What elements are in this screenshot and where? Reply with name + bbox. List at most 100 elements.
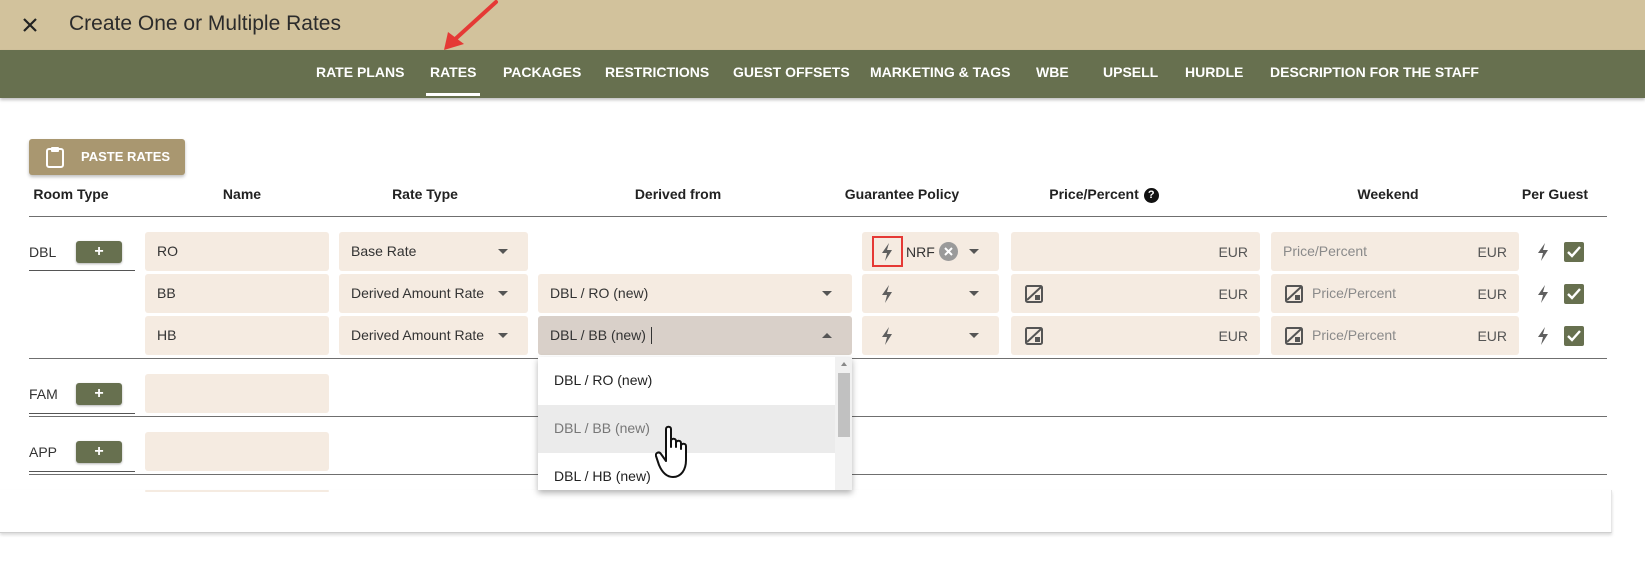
chevron-down-icon — [822, 291, 832, 296]
guarantee-select[interactable] — [862, 316, 999, 355]
rate-type-select[interactable]: Derived Amount Rate — [339, 316, 528, 355]
text-cursor — [651, 327, 652, 344]
chevron-down-icon — [498, 333, 508, 338]
weekend-field[interactable]: Price/Percent EUR — [1271, 316, 1519, 355]
price-field[interactable]: EUR — [1011, 232, 1260, 271]
option-label: DBL / RO (new) — [554, 372, 653, 388]
room-type-underline — [29, 270, 135, 271]
col-price-percent: Price/Percent? — [1049, 186, 1159, 203]
header-divider — [29, 216, 1607, 217]
derived-from-value: DBL / BB (new) — [550, 327, 646, 343]
tab-packages[interactable]: PACKAGES — [503, 50, 581, 98]
card-bottom-edge — [0, 490, 1612, 533]
add-rate-button[interactable]: + — [76, 441, 122, 463]
bolt-icon[interactable] — [1537, 327, 1549, 345]
bolt-icon — [882, 327, 892, 345]
scrollbar[interactable] — [835, 357, 852, 490]
col-per-guest: Per Guest — [1521, 186, 1589, 202]
chevron-down-icon — [498, 291, 508, 296]
hand-cursor-icon — [655, 425, 687, 478]
col-guarantee-policy: Guarantee Policy — [844, 186, 960, 202]
room-type-label: APP — [29, 444, 58, 460]
option-label: DBL / BB (new) — [554, 420, 650, 436]
weekend-field[interactable]: Price/Percent EUR — [1271, 274, 1519, 313]
room-type-underline — [29, 413, 135, 414]
chevron-down-icon — [969, 291, 979, 296]
bolt-icon[interactable] — [1537, 285, 1549, 303]
room-type-underline — [29, 471, 135, 472]
name-field-partial — [145, 490, 329, 492]
tab-restrictions[interactable]: RESTRICTIONS — [605, 50, 709, 98]
help-icon[interactable]: ? — [1143, 188, 1159, 203]
clear-icon[interactable] — [939, 242, 958, 261]
chevron-up-icon — [822, 333, 832, 338]
rate-type-select[interactable]: Base Rate — [339, 232, 528, 271]
col-weekend: Weekend — [1357, 186, 1419, 202]
name-value: HB — [157, 327, 177, 343]
currency-label: EUR — [1477, 244, 1507, 260]
weekend-placeholder: Price/Percent — [1283, 243, 1368, 259]
image-toggle-icon[interactable] — [1025, 327, 1043, 345]
dropdown-option[interactable]: DBL / RO (new) — [538, 357, 835, 405]
name-value: RO — [157, 243, 178, 259]
name-field[interactable]: RO — [145, 232, 329, 271]
tab-wbe[interactable]: WBE — [1036, 50, 1069, 98]
bolt-icon — [882, 285, 892, 303]
col-price-percent-label: Price/Percent — [1049, 186, 1139, 202]
add-rate-button[interactable]: + — [76, 241, 122, 263]
tab-guest-offsets[interactable]: GUEST OFFSETS — [733, 50, 850, 98]
scroll-up-icon[interactable] — [841, 362, 847, 366]
image-toggle-icon[interactable] — [1285, 285, 1303, 303]
price-field[interactable]: EUR — [1011, 274, 1260, 313]
rate-type-value: Base Rate — [351, 243, 417, 259]
currency-label: EUR — [1218, 328, 1248, 344]
title-bar: Create One or Multiple Rates — [0, 0, 1645, 50]
paste-rates-label: PASTE RATES — [81, 149, 171, 164]
per-guest-checkbox[interactable] — [1564, 326, 1584, 346]
image-toggle-icon[interactable] — [1285, 327, 1303, 345]
bolt-icon[interactable] — [1537, 243, 1549, 261]
name-field[interactable] — [145, 432, 329, 471]
tab-rates[interactable]: RATES — [425, 50, 481, 98]
option-label: DBL / HB (new) — [554, 468, 651, 484]
add-rate-button[interactable]: + — [76, 383, 122, 405]
derived-from-value: DBL / RO (new) — [550, 285, 649, 301]
chevron-down-icon — [498, 249, 508, 254]
tab-hurdle[interactable]: HURDLE — [1185, 50, 1243, 98]
name-field[interactable]: BB — [145, 274, 329, 313]
guarantee-value: NRF — [906, 244, 935, 260]
clipboard-icon — [46, 147, 64, 168]
weekend-placeholder: Price/Percent — [1312, 285, 1397, 301]
tab-bar: RATE PLANS RATES PACKAGES RESTRICTIONS G… — [0, 50, 1645, 98]
tab-marketing-tags[interactable]: MARKETING & TAGS — [870, 50, 1011, 98]
col-name: Name — [222, 186, 262, 202]
rate-type-value: Derived Amount Rate — [351, 327, 485, 343]
weekend-field[interactable]: Price/Percent EUR — [1271, 232, 1519, 271]
tab-description-for-staff[interactable]: DESCRIPTION FOR THE STAFF — [1270, 50, 1479, 98]
name-field[interactable]: HB — [145, 316, 329, 355]
per-guest-checkbox[interactable] — [1564, 242, 1584, 262]
guarantee-select[interactable] — [862, 274, 999, 313]
scrollbar-thumb[interactable] — [838, 373, 850, 437]
per-guest-checkbox[interactable] — [1564, 284, 1584, 304]
annotation-arrow-icon — [444, 0, 498, 50]
price-field[interactable]: EUR — [1011, 316, 1260, 355]
close-icon[interactable] — [18, 13, 42, 37]
col-rate-type: Rate Type — [392, 186, 458, 202]
derived-from-select-open[interactable]: DBL / BB (new) — [538, 316, 852, 355]
derived-from-select[interactable]: DBL / RO (new) — [538, 274, 852, 313]
col-room-type: Room Type — [33, 186, 109, 202]
name-value: BB — [157, 285, 176, 301]
bolt-icon[interactable] — [881, 243, 893, 261]
chevron-down-icon — [969, 333, 979, 338]
image-toggle-icon[interactable] — [1025, 285, 1043, 303]
room-type-label: DBL — [29, 244, 57, 260]
name-field[interactable] — [145, 374, 329, 413]
paste-rates-button[interactable]: PASTE RATES — [29, 139, 185, 175]
room-type-label: FAM — [29, 386, 58, 402]
dialog-title: Create One or Multiple Rates — [69, 12, 341, 35]
tab-upsell[interactable]: UPSELL — [1103, 50, 1158, 98]
rate-type-select[interactable]: Derived Amount Rate — [339, 274, 528, 313]
tab-rate-plans[interactable]: RATE PLANS — [316, 50, 404, 98]
currency-label: EUR — [1218, 286, 1248, 302]
